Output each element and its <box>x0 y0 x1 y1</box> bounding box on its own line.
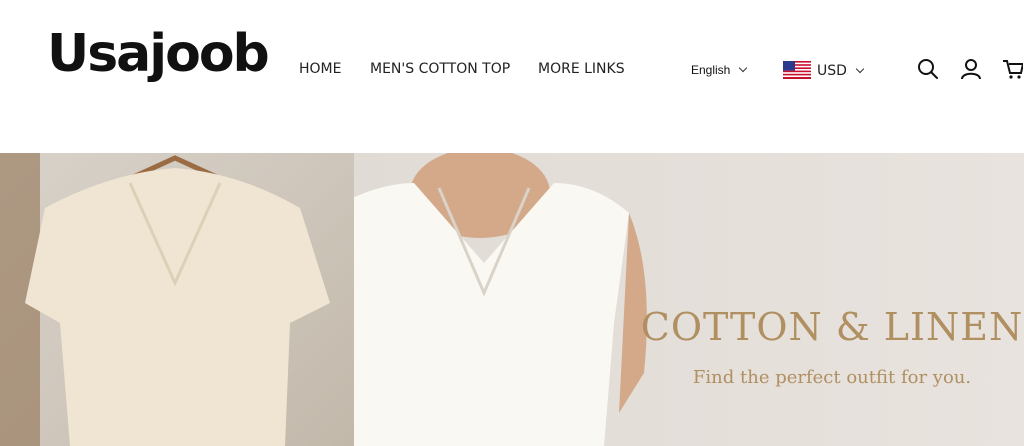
search-icon[interactable] <box>917 58 939 85</box>
cart-icon[interactable] <box>1003 58 1024 85</box>
hero-subtitle: Find the perfect outfit for you. <box>692 367 972 388</box>
hero-image-model <box>324 153 1024 446</box>
currency-selector[interactable]: USD <box>783 61 865 83</box>
hero-title: COTTON & LINEN <box>640 305 1024 349</box>
language-selector[interactable]: English <box>691 63 748 77</box>
nav-more-links-link[interactable]: MORE LINKS <box>538 61 625 77</box>
chevron-down-icon <box>855 64 865 74</box>
currency-label: USD <box>817 63 847 79</box>
user-icon[interactable] <box>960 58 982 85</box>
nav-mens-cotton-top-link[interactable]: MEN'S COTTON TOP <box>370 61 510 77</box>
hero-banner[interactable]: COTTON & LINEN Find the perfect outfit f… <box>0 153 1024 446</box>
chevron-down-icon <box>739 63 748 73</box>
brand-logo[interactable]: Usajoob <box>47 28 270 80</box>
language-label: English <box>691 63 731 77</box>
hero-image-hanging-shirt <box>0 153 354 446</box>
us-flag-icon <box>783 61 811 83</box>
site-header: Usajoob HOME MEN'S COTTON TOP MORE LINKS… <box>0 0 1024 153</box>
nav-home-link[interactable]: HOME <box>299 61 341 77</box>
